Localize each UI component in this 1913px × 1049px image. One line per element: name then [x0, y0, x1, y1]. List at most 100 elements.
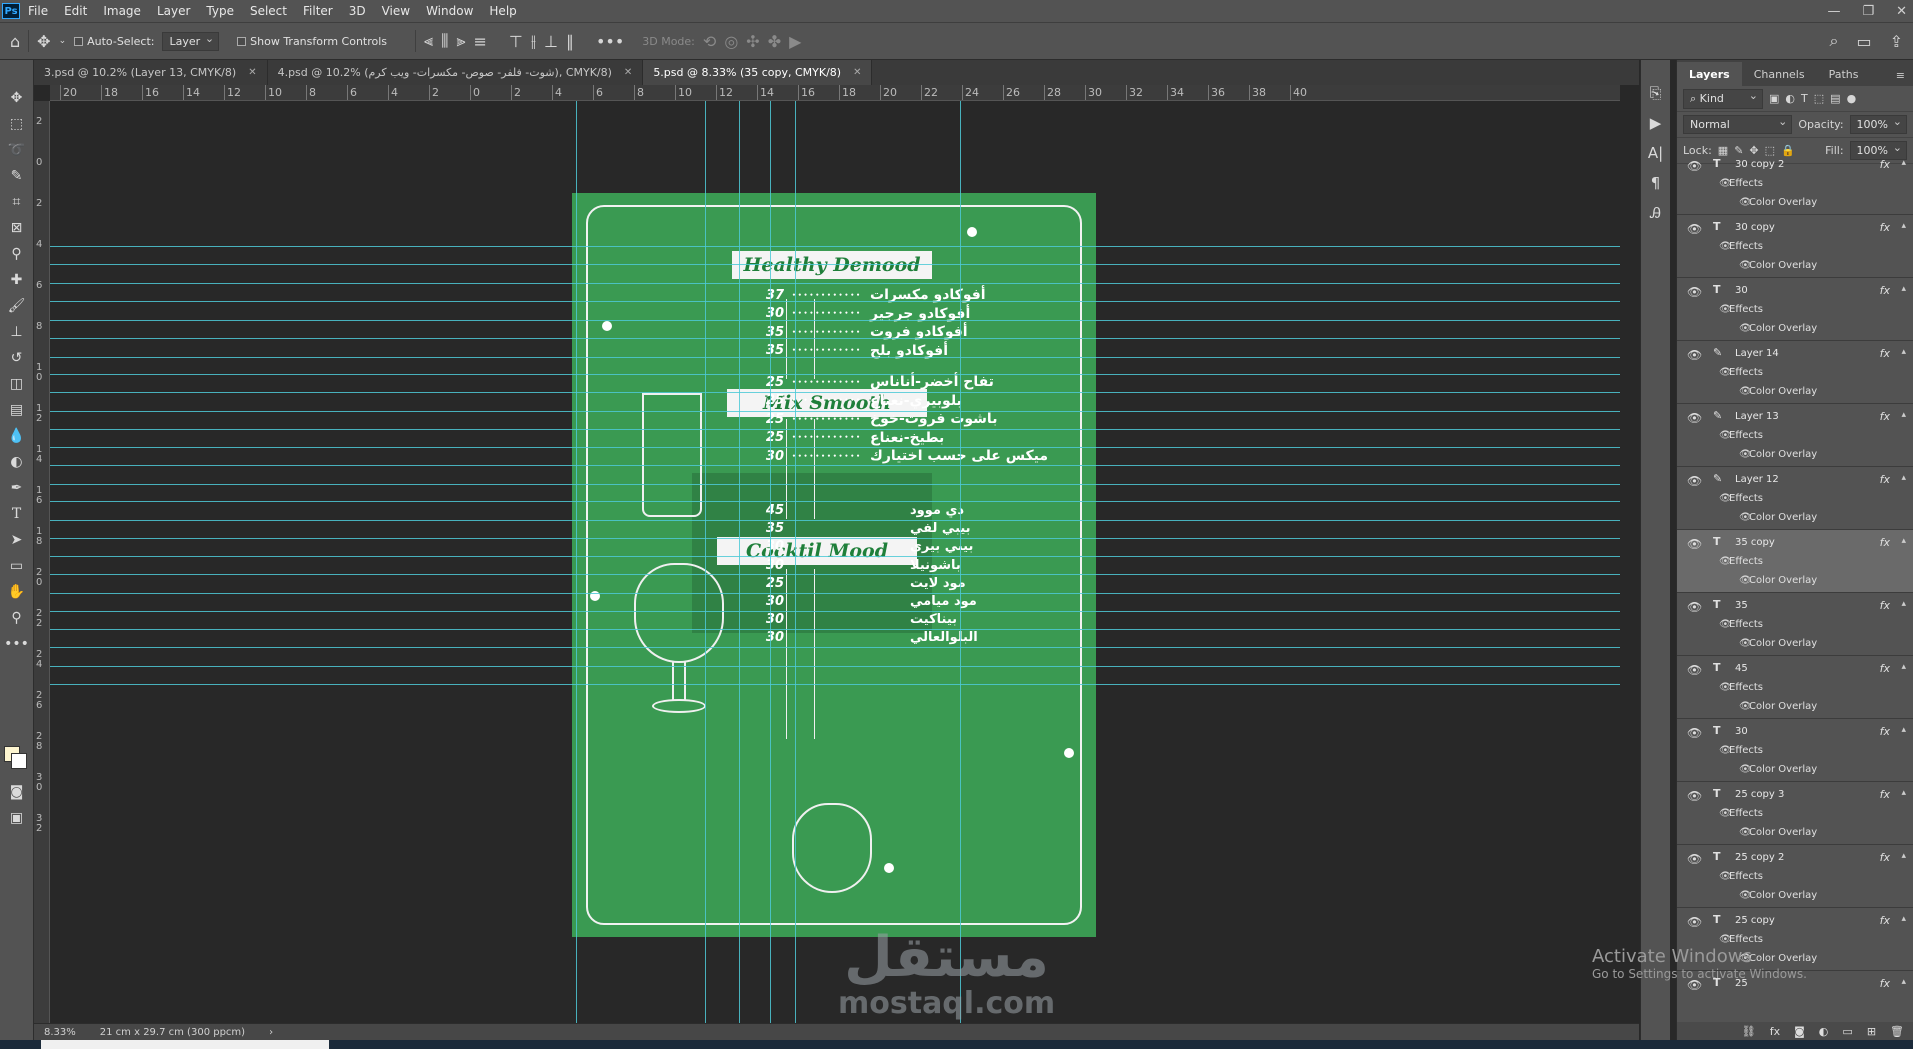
layer-name[interactable]: Layer 13: [1735, 411, 1779, 422]
paragraph-panel-icon[interactable]: ¶: [1651, 174, 1661, 192]
adjustment-layer-icon[interactable]: ◐: [1819, 1025, 1829, 1038]
opacity-input[interactable]: 100%: [1849, 115, 1907, 134]
auto-select-checkbox[interactable]: Auto-Select:: [74, 35, 154, 48]
quick-mask-icon[interactable]: ◙: [5, 780, 29, 803]
layer-row[interactable]: 👁 T 25 copy 2 fx ▴ 👁 Effects 👁 Color Ove…: [1677, 845, 1913, 908]
expand-caret-icon[interactable]: ▴: [1901, 473, 1906, 483]
layer-row[interactable]: 👁 T 35 copy fx ▴ 👁 Effects 👁 Color Overl…: [1677, 530, 1913, 593]
history-brush-tool-icon[interactable]: ↺: [5, 346, 29, 369]
layer-name[interactable]: 30 copy: [1735, 222, 1775, 233]
layer-name[interactable]: Layer 14: [1735, 348, 1779, 359]
restore-icon[interactable]: ❐: [1862, 4, 1874, 19]
dodge-tool-icon[interactable]: ◐: [5, 450, 29, 473]
type-tool-icon[interactable]: T: [5, 502, 29, 525]
workspace-icon[interactable]: ▭: [1856, 32, 1871, 51]
guide-line[interactable]: [50, 574, 1620, 575]
guide-line[interactable]: [50, 556, 1620, 557]
layer-name[interactable]: 30: [1735, 726, 1748, 737]
layer-row[interactable]: 👁 T 30 fx ▴ 👁 Effects 👁 Color Overlay: [1677, 278, 1913, 341]
visibility-eye-icon[interactable]: 👁: [1687, 852, 1702, 866]
layer-name[interactable]: 25 copy 2: [1735, 852, 1784, 863]
zoom-tool-icon[interactable]: ⚲: [5, 606, 29, 629]
menu-filter[interactable]: Filter: [295, 4, 341, 18]
guide-line[interactable]: [50, 538, 1620, 539]
move-tool-icon[interactable]: ✥: [5, 86, 29, 109]
expand-caret-icon[interactable]: ▴: [1901, 158, 1906, 168]
expand-caret-icon[interactable]: ▴: [1901, 851, 1906, 861]
character-panel-icon[interactable]: A|: [1648, 144, 1663, 162]
filter-pixel-icon[interactable]: ▣: [1769, 92, 1779, 105]
expand-caret-icon[interactable]: ▴: [1901, 788, 1906, 798]
expand-caret-icon[interactable]: ▴: [1901, 347, 1906, 357]
eraser-tool-icon[interactable]: ◫: [5, 372, 29, 395]
fx-icon[interactable]: fx: [1880, 977, 1890, 990]
share-icon[interactable]: ⇪: [1890, 32, 1903, 51]
add-mask-icon[interactable]: ◙: [1794, 1025, 1805, 1038]
menu-3d[interactable]: 3D: [341, 4, 374, 18]
guide-line[interactable]: [50, 465, 1620, 466]
menu-select[interactable]: Select: [242, 4, 295, 18]
guide-line[interactable]: [50, 301, 1620, 302]
home-icon[interactable]: ⌂: [10, 32, 20, 51]
layer-row[interactable]: 👁 T 30 copy fx ▴ 👁 Effects 👁 Color Overl…: [1677, 215, 1913, 278]
guide-line[interactable]: [50, 338, 1620, 339]
menu-artboard[interactable]: Healthy Demood Mix Smooth Cocktil Mood 3…: [572, 193, 1096, 937]
delete-layer-icon[interactable]: 🗑: [1890, 1025, 1904, 1038]
hand-tool-icon[interactable]: ✋: [5, 580, 29, 603]
minimize-icon[interactable]: —: [1827, 4, 1840, 19]
path-select-tool-icon[interactable]: ➤: [5, 528, 29, 551]
actions-play-icon[interactable]: ▶: [1650, 114, 1662, 132]
layer-row[interactable]: 👁 T 30 fx ▴ 👁 Effects 👁 Color Overlay: [1677, 719, 1913, 782]
distribute-vertical-icon[interactable]: ∥: [566, 32, 574, 51]
align-bottom-icon[interactable]: ⊥: [544, 32, 558, 51]
canvas-area[interactable]: Healthy Demood Mix Smooth Cocktil Mood 3…: [50, 101, 1620, 1023]
visibility-eye-icon[interactable]: 👁: [1687, 222, 1702, 236]
expand-caret-icon[interactable]: ▴: [1901, 914, 1906, 924]
stamp-tool-icon[interactable]: ⊥: [5, 320, 29, 343]
guide-line[interactable]: [50, 666, 1620, 667]
crop-tool-icon[interactable]: ⌗: [5, 190, 29, 213]
document-tab[interactable]: 5.psd @ 8.33% (35 copy, CMYK/8) ✕: [643, 60, 873, 85]
layer-row[interactable]: 👁 ✎ Layer 13 fx ▴ 👁 Effects 👁 Color Over…: [1677, 404, 1913, 467]
link-layers-icon[interactable]: ⛓: [1742, 1025, 1756, 1038]
visibility-eye-icon[interactable]: 👁: [1687, 159, 1702, 173]
kind-filter-dropdown[interactable]: ⌕ Kind: [1683, 88, 1763, 109]
guide-line[interactable]: [50, 484, 1620, 485]
expand-caret-icon[interactable]: ▴: [1901, 284, 1906, 294]
fx-icon[interactable]: fx: [1880, 347, 1890, 360]
visibility-eye-icon[interactable]: 👁: [1687, 411, 1702, 425]
edit-toolbar-icon[interactable]: •••: [4, 632, 29, 655]
expand-caret-icon[interactable]: ▴: [1901, 221, 1906, 231]
filter-type-icon[interactable]: T: [1801, 92, 1808, 105]
tab-channels[interactable]: Channels: [1742, 62, 1817, 86]
guide-line[interactable]: [50, 647, 1620, 648]
visibility-eye-icon[interactable]: 👁: [1687, 537, 1702, 551]
visibility-eye-icon[interactable]: 👁: [1687, 474, 1702, 488]
fx-icon[interactable]: fx: [1880, 914, 1890, 927]
align-center-icon[interactable]: ⫼: [441, 31, 448, 51]
layer-name[interactable]: 30 copy 2: [1735, 159, 1784, 170]
filter-adjustment-icon[interactable]: ◐: [1785, 92, 1795, 105]
show-transform-checkbox[interactable]: Show Transform Controls: [237, 35, 387, 48]
guide-line[interactable]: [576, 101, 577, 1023]
guide-line[interactable]: [50, 283, 1620, 284]
fx-icon[interactable]: fx: [1880, 221, 1890, 234]
close-tab-icon[interactable]: ✕: [624, 67, 632, 78]
guide-line[interactable]: [739, 101, 740, 1023]
move-tool-icon[interactable]: ✥: [37, 32, 50, 51]
new-layer-icon[interactable]: ⊞: [1867, 1025, 1876, 1038]
search-icon[interactable]: ⌕: [1830, 31, 1839, 51]
rectangle-tool-icon[interactable]: ▭: [5, 554, 29, 577]
blend-mode-dropdown[interactable]: Normal: [1683, 115, 1793, 134]
zoom-level[interactable]: 8.33%: [44, 1027, 76, 1038]
guide-line[interactable]: [50, 246, 1620, 247]
brush-tool-icon[interactable]: 🖌: [5, 294, 29, 317]
more-options-icon[interactable]: •••: [596, 32, 624, 51]
guide-line[interactable]: [50, 264, 1620, 265]
tab-layers[interactable]: Layers: [1677, 62, 1742, 86]
expand-caret-icon[interactable]: ▴: [1901, 725, 1906, 735]
layer-row[interactable]: 👁 ✎ Layer 14 fx ▴ 👁 Effects 👁 Color Over…: [1677, 341, 1913, 404]
guide-line[interactable]: [50, 320, 1620, 321]
visibility-eye-icon[interactable]: 👁: [1687, 789, 1702, 803]
3d-slide-icon[interactable]: ✤: [768, 32, 781, 51]
